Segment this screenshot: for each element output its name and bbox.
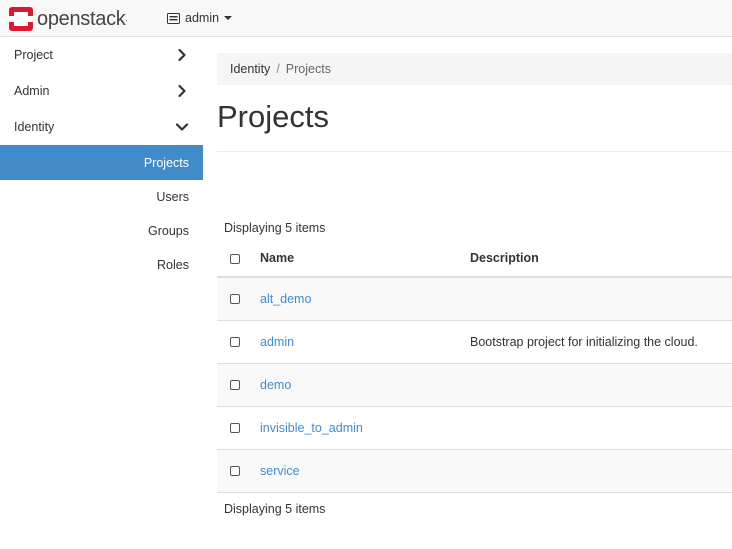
breadcrumb: Identity / Projects: [217, 53, 732, 85]
chevron-down-icon: [175, 120, 189, 134]
name-cell: demo: [260, 363, 470, 407]
top-navbar: openstack. admin: [0, 0, 732, 37]
table-header-row: Name Description: [217, 240, 732, 278]
brand-link[interactable]: openstack.: [9, 7, 128, 31]
description-cell: [470, 406, 732, 450]
sidebar-item-groups[interactable]: Groups: [0, 214, 203, 248]
select-all-cell: [217, 240, 260, 278]
name-cell: admin: [260, 320, 470, 364]
row-checkbox[interactable]: [230, 423, 240, 434]
description-cell: [470, 363, 732, 407]
project-name-link[interactable]: admin: [260, 335, 294, 349]
project-name-link[interactable]: demo: [260, 378, 291, 392]
sidebar-item-users[interactable]: Users: [0, 180, 203, 214]
table-row: demo: [217, 363, 732, 407]
column-header-name[interactable]: Name: [260, 240, 470, 278]
title-divider: [217, 151, 732, 152]
sidebar-panel-project[interactable]: Project: [0, 37, 203, 73]
row-checkbox[interactable]: [230, 466, 240, 477]
item-count-top: Displaying 5 items: [224, 221, 326, 235]
breadcrumb-separator: /: [276, 62, 280, 76]
row-select-cell: [217, 320, 260, 364]
project-name-link[interactable]: alt_demo: [260, 292, 311, 306]
table-row: alt_demo: [217, 277, 732, 321]
server-icon: [167, 12, 180, 24]
caret-down-icon: [224, 16, 233, 20]
table-row: admin Bootstrap project for initializing…: [217, 320, 732, 364]
name-cell: alt_demo: [260, 277, 470, 321]
column-header-description[interactable]: Description: [470, 240, 732, 278]
sidebar: Project Admin Identity Projects Users Gr…: [0, 37, 203, 549]
sidebar-panel-admin[interactable]: Admin: [0, 73, 203, 109]
page-title: Projects: [217, 99, 329, 134]
row-select-cell: [217, 449, 260, 493]
row-select-cell: [217, 363, 260, 407]
sidebar-panel-label: Project: [14, 48, 53, 62]
table-row: service: [217, 449, 732, 493]
breadcrumb-identity[interactable]: Identity: [230, 62, 270, 76]
sidebar-panel-label: Admin: [14, 84, 50, 98]
sidebar-item-roles[interactable]: Roles: [0, 248, 203, 282]
sidebar-item-projects[interactable]: Projects: [0, 145, 203, 180]
current-project-label: admin: [185, 11, 220, 25]
row-select-cell: [217, 406, 260, 450]
projects-table: Name Description alt_demo admin Bootstra…: [217, 240, 732, 493]
project-name-link[interactable]: service: [260, 464, 300, 478]
brand-name: openstack.: [37, 8, 128, 30]
description-cell: Bootstrap project for initializing the c…: [470, 320, 732, 364]
chevron-right-icon: [175, 84, 189, 98]
project-name-link[interactable]: invisible_to_admin: [260, 421, 363, 435]
sidebar-panel-identity[interactable]: Identity: [0, 109, 203, 145]
description-cell: [470, 449, 732, 493]
table-row: invisible_to_admin: [217, 406, 732, 450]
name-cell: service: [260, 449, 470, 493]
row-checkbox[interactable]: [230, 294, 240, 305]
row-select-cell: [217, 277, 260, 321]
item-count-bottom: Displaying 5 items: [224, 502, 326, 516]
breadcrumb-current: Projects: [285, 62, 331, 76]
row-checkbox[interactable]: [230, 380, 240, 391]
chevron-right-icon: [175, 48, 189, 62]
project-switcher[interactable]: admin: [167, 11, 233, 25]
description-cell: [470, 277, 732, 321]
select-all-checkbox[interactable]: [230, 253, 240, 264]
name-cell: invisible_to_admin: [260, 406, 470, 450]
sidebar-panel-label: Identity: [14, 120, 55, 134]
row-checkbox[interactable]: [230, 337, 240, 348]
openstack-logo-icon: [9, 7, 33, 31]
